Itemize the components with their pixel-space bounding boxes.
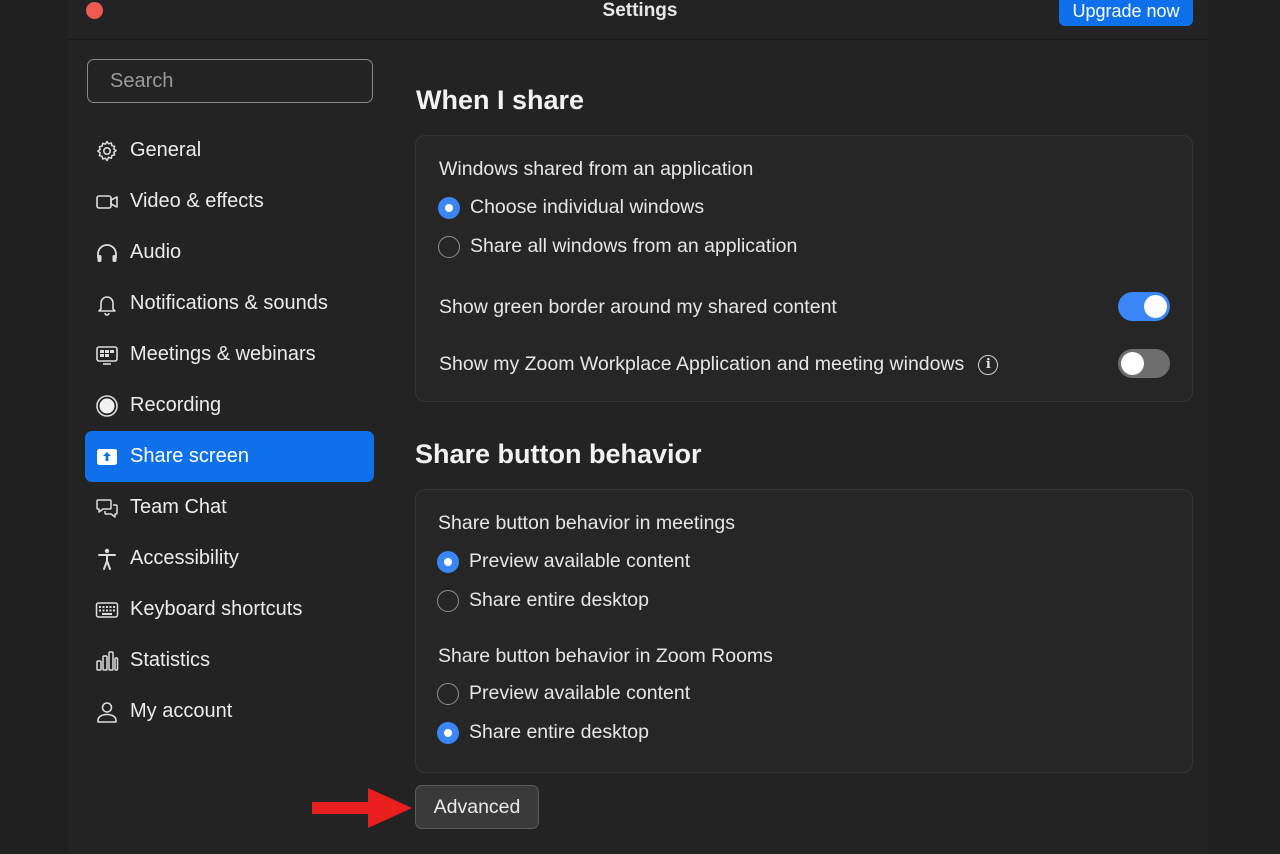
share-screen-icon [95,445,119,469]
sidebar-item-audio[interactable]: Audio [85,227,374,278]
sidebar-item-accessibility[interactable]: Accessibility [85,533,374,584]
radio-button[interactable] [437,721,459,744]
bell-icon [95,292,119,316]
keyboard-icon [95,598,119,622]
sidebar-item-team-chat[interactable]: Team Chat [85,482,374,533]
zoom-windows-label: Show my Zoom Workplace Application and m… [439,353,965,375]
radio-button[interactable] [437,550,459,573]
info-icon[interactable]: i [978,354,999,375]
meetings-icon [95,343,119,367]
sidebar-item-label: Team Chat [130,496,227,518]
accessibility-icon [95,547,119,571]
red-arrow-icon [312,788,412,828]
search-box[interactable] [87,59,375,103]
sidebar-item-video-effects[interactable]: Video & effects [85,176,374,227]
radio-label: Share entire desktop [469,721,649,743]
windows-shared-label: Windows shared from an application [439,158,754,180]
radio-button[interactable] [438,196,460,219]
radio-button[interactable] [438,235,460,258]
sidebar-item-share-screen[interactable]: Share screen [85,431,374,482]
toggle-knob [1121,352,1144,375]
sidebar-item-label: Notifications & sounds [130,292,328,314]
toggle-knob [1144,295,1167,318]
radio-label: Share all windows from an application [470,235,798,257]
zoom-windows-toggle[interactable] [1118,349,1170,378]
green-border-label: Show green border around my shared conte… [439,296,837,318]
video-camera-icon [95,190,119,214]
sidebar-item-label: Accessibility [130,547,239,569]
meetings-behavior-label: Share button behavior in meetings [438,512,736,534]
record-icon [95,394,119,418]
radio-label: Choose individual windows [470,196,705,218]
sidebar-item-label: Audio [130,241,182,263]
sidebar-item-general[interactable]: General [85,125,374,176]
sidebar-item-meetings[interactable]: Meetings & webinars [85,329,374,380]
radio-rooms-preview-content[interactable]: Preview available content [437,682,690,705]
radio-button[interactable] [437,589,459,612]
search-input[interactable] [110,69,375,93]
sidebar-item-keyboard-shortcuts[interactable]: Keyboard shortcuts [85,584,374,635]
bar-chart-icon [95,649,119,673]
sidebar-item-recording[interactable]: Recording [85,380,374,431]
sidebar-item-label: General [130,139,202,161]
sidebar-item-my-account[interactable]: My account [85,686,374,737]
sidebar-item-label: Recording [130,394,222,416]
radio-label: Share entire desktop [469,589,649,611]
sidebar-nav: General Video & effects Audio Notificati… [85,125,374,737]
user-icon [95,700,119,724]
upgrade-now-button[interactable]: Upgrade now [1059,0,1193,26]
sidebar-item-label: Share screen [130,445,249,467]
radio-rooms-entire-desktop[interactable]: Share entire desktop [437,721,649,744]
chat-bubbles-icon [95,496,119,520]
sidebar-item-label: My account [130,700,233,722]
radio-meetings-preview-content[interactable]: Preview available content [437,550,690,573]
radio-choose-individual-windows[interactable]: Choose individual windows [438,196,704,219]
when-i-share-heading: When I share [416,85,585,115]
radio-label: Preview available content [469,682,691,704]
gear-icon [95,139,119,163]
sidebar-item-statistics[interactable]: Statistics [85,635,374,686]
share-button-behavior-heading: Share button behavior [415,439,702,469]
zoom-windows-row: Show my Zoom Workplace Application and m… [439,353,999,376]
sidebar-item-label: Keyboard shortcuts [130,598,303,620]
sidebar-item-label: Video & effects [130,190,264,212]
radio-button[interactable] [437,682,459,705]
sidebar-item-label: Meetings & webinars [130,343,316,365]
radio-label: Preview available content [469,550,691,572]
sidebar-item-notifications[interactable]: Notifications & sounds [85,278,374,329]
sidebar-item-label: Statistics [130,649,211,671]
advanced-button[interactable]: Advanced [415,785,539,829]
radio-meetings-entire-desktop[interactable]: Share entire desktop [437,589,649,612]
green-border-toggle[interactable] [1118,292,1170,321]
radio-share-all-windows[interactable]: Share all windows from an application [438,235,797,258]
rooms-behavior-label: Share button behavior in Zoom Rooms [438,645,773,667]
headphones-icon [95,241,119,265]
